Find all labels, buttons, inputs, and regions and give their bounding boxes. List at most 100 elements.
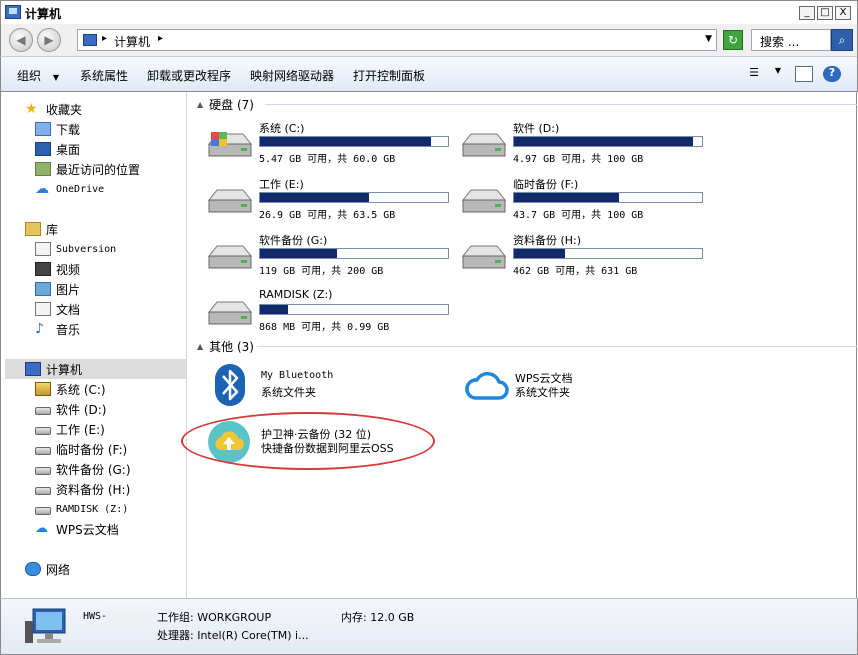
drive-icon xyxy=(461,133,507,157)
preview-pane-icon[interactable] xyxy=(795,66,813,82)
drive-name: 临时备份 (F:) xyxy=(513,178,579,191)
breadcrumb-computer[interactable]: 计算机 xyxy=(114,33,150,50)
drive-size-text: 43.7 GB 可用，共 100 GB xyxy=(513,210,644,221)
nav-item-drive-f[interactable]: 临时备份 (F:) xyxy=(35,439,127,459)
pictures-icon xyxy=(35,282,51,296)
uninstall-button[interactable]: 卸载或更改程序 xyxy=(147,67,231,84)
nav-item-desktop[interactable]: 桌面 xyxy=(35,139,80,159)
drive-tile[interactable]: 临时备份 (F:) 43.7 GB 可用，共 100 GB xyxy=(461,176,711,226)
collapse-arrow-icon[interactable]: ▲ xyxy=(197,342,203,351)
group-header-hard-disks[interactable]: ▲ 硬盘 (7) xyxy=(197,96,857,112)
back-button[interactable]: ◀ xyxy=(9,28,33,52)
nav-favorites[interactable]: ★ 收藏夹 xyxy=(25,99,82,119)
drive-name: 系统 (C:) xyxy=(259,122,305,135)
nav-label: 音乐 xyxy=(56,322,81,337)
group-title: 其他 (3) xyxy=(209,339,254,354)
chevron-right-icon[interactable]: ▸ xyxy=(102,33,107,44)
nav-label: 库 xyxy=(46,222,59,237)
nav-item-documents[interactable]: 文档 xyxy=(35,299,80,319)
drive-icon xyxy=(35,487,51,495)
drive-usage-fill xyxy=(260,193,370,202)
drive-usage-bar xyxy=(259,248,449,259)
drive-tile[interactable]: 软件备份 (G:) 119 GB 可用，共 200 GB xyxy=(207,232,457,282)
organize-label: 组织 xyxy=(17,69,42,83)
drive-usage-bar xyxy=(513,248,703,259)
close-button[interactable]: X xyxy=(835,6,851,20)
drive-tile[interactable]: 软件 (D:) 4.97 GB 可用，共 100 GB xyxy=(461,120,711,170)
search-input[interactable]: 搜索 ... xyxy=(751,29,831,51)
drive-icon xyxy=(461,189,507,213)
view-options-icon[interactable]: ☰ xyxy=(745,66,763,82)
nav-label: 工作 (E:) xyxy=(56,422,105,437)
nav-item-drive-g[interactable]: 软件备份 (G:) xyxy=(35,459,131,479)
nav-item-drive-e[interactable]: 工作 (E:) xyxy=(35,419,105,439)
drive-usage-fill xyxy=(514,193,620,202)
nav-item-videos[interactable]: 视频 xyxy=(35,259,80,279)
drive-usage-fill xyxy=(514,137,693,146)
drive-usage-fill xyxy=(260,249,338,258)
video-icon xyxy=(35,262,51,276)
nav-item-pictures[interactable]: 图片 xyxy=(35,279,80,299)
drive-size-text: 119 GB 可用，共 200 GB xyxy=(259,266,384,277)
chevron-down-icon[interactable]: ▼ xyxy=(769,66,787,82)
chevron-right-icon[interactable]: ▸ xyxy=(158,33,163,44)
nav-item-downloads[interactable]: 下载 xyxy=(35,119,80,139)
help-icon[interactable]: ? xyxy=(823,66,841,82)
drive-tile[interactable]: 工作 (E:) 26.9 GB 可用，共 63.5 GB xyxy=(207,176,457,226)
address-field[interactable]: ▸ 计算机 ▸ ▼ xyxy=(77,29,717,51)
nav-label: 最近访问的位置 xyxy=(56,162,141,177)
map-network-drive-button[interactable]: 映射网络驱动器 xyxy=(250,67,334,84)
other-item-wps-cloud[interactable]: WPS云文档 系统文件夹 xyxy=(463,362,703,410)
collapse-arrow-icon[interactable]: ▲ xyxy=(197,100,203,109)
computer-icon xyxy=(5,5,21,19)
title-bar: 计算机 _ □ X xyxy=(0,0,858,24)
nav-item-subversion[interactable]: Subversion xyxy=(35,239,116,259)
nav-item-music[interactable]: ♪ 音乐 xyxy=(35,319,80,339)
chevron-down-icon[interactable]: ▼ xyxy=(705,34,712,44)
drive-tile[interactable]: 资料备份 (H:) 462 GB 可用，共 631 GB xyxy=(461,232,711,282)
drive-tile[interactable]: 系统 (C:) 5.47 GB 可用，共 60.0 GB xyxy=(207,120,457,170)
nav-label: WPS云文档 xyxy=(56,522,119,537)
nav-computer[interactable]: 计算机 xyxy=(25,359,82,379)
system-properties-button[interactable]: 系统属性 xyxy=(80,67,128,84)
drive-usage-fill xyxy=(514,249,565,258)
forward-button[interactable]: ▶ xyxy=(37,28,61,52)
nav-item-onedrive[interactable]: ☁ OneDrive xyxy=(35,179,104,199)
downloads-folder-icon xyxy=(35,122,51,136)
drive-name: 软件 (D:) xyxy=(513,122,560,135)
item-desc: 系统文件夹 xyxy=(261,386,316,399)
system-drive-icon xyxy=(207,132,253,157)
window-title: 计算机 xyxy=(25,7,62,21)
search-icon[interactable]: ⌕ xyxy=(831,29,853,51)
drive-tile[interactable]: RAMDISK (Z:) 868 MB 可用，共 0.99 GB xyxy=(207,288,457,338)
network-icon xyxy=(25,562,41,576)
organize-button[interactable]: 组织 ▼ xyxy=(17,67,59,84)
drive-icon xyxy=(35,407,51,415)
group-header-other[interactable]: ▲ 其他 (3) xyxy=(197,338,857,354)
processor-text: 处理器: Intel(R) Core(TM) i... xyxy=(157,629,309,642)
refresh-icon[interactable]: ↻ xyxy=(723,30,743,50)
computer-icon xyxy=(83,34,97,46)
nav-label: 文档 xyxy=(56,302,81,317)
open-control-panel-button[interactable]: 打开控制面板 xyxy=(353,67,425,84)
nav-item-drive-c[interactable]: 系统 (C:) xyxy=(35,379,106,399)
minimize-button[interactable]: _ xyxy=(799,6,815,20)
nav-libraries[interactable]: 库 xyxy=(25,219,58,239)
maximize-button[interactable]: □ xyxy=(817,6,833,20)
nav-item-drive-z[interactable]: RAMDISK (Z:) xyxy=(35,499,128,519)
other-item-bluetooth[interactable]: My Bluetooth 系统文件夹 xyxy=(209,362,449,410)
nav-label: 桌面 xyxy=(56,142,81,157)
nav-label: 临时备份 (F:) xyxy=(56,442,128,457)
drive-usage-bar xyxy=(259,136,449,147)
drive-usage-fill xyxy=(260,305,289,314)
nav-item-recent[interactable]: 最近访问的位置 xyxy=(35,159,140,179)
nav-network[interactable]: 网络 xyxy=(25,559,70,579)
drive-usage-bar xyxy=(513,192,703,203)
subversion-icon xyxy=(35,242,51,256)
nav-label: Subversion xyxy=(56,243,117,255)
documents-icon xyxy=(35,302,51,316)
nav-item-wps-cloud[interactable]: ☁ WPS云文档 xyxy=(35,519,119,539)
nav-item-drive-d[interactable]: 软件 (D:) xyxy=(35,399,106,419)
nav-item-drive-h[interactable]: 资料备份 (H:) xyxy=(35,479,130,499)
computer-name-text: HWS- xyxy=(83,611,108,622)
